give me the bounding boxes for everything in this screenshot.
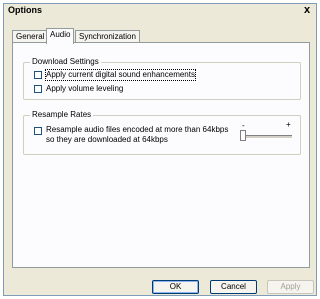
options-dialog: Options x General Audio Synchronization … [3,3,317,296]
apply-button[interactable]: Apply [267,280,314,294]
resample-checkbox[interactable] [34,127,42,135]
resample-slider-track[interactable] [242,135,292,139]
volume-leveling-checkbox[interactable] [34,85,42,93]
cancel-button[interactable]: Cancel [210,280,257,294]
resample-rates-group: Resample Rates Resample audio files enco… [23,110,301,155]
resample-label-line1[interactable]: Resample audio files encoded at more tha… [46,125,228,135]
ok-button[interactable]: OK [152,280,199,294]
tab-audio[interactable]: Audio [46,28,75,44]
resample-label-line2[interactable]: so they are downloaded at 64kbps [46,135,168,145]
download-settings-legend: Download Settings [30,57,101,67]
dialog-title: Options [8,5,42,15]
slider-max-label: + [286,120,291,129]
download-settings-group: Download Settings Apply current digital … [23,57,301,100]
resample-rates-legend: Resample Rates [30,110,94,120]
audio-tab-panel: Download Settings Apply current digital … [12,42,310,268]
resample-slider-thumb[interactable] [240,130,246,141]
title-bar: Options x [4,4,316,17]
enhancements-label[interactable]: Apply current digital sound enhancements [45,69,196,81]
close-icon[interactable]: x [301,4,313,16]
enhancements-checkbox[interactable] [34,71,42,79]
volume-leveling-label[interactable]: Apply volume leveling [46,84,123,94]
slider-min-label: - [242,121,245,130]
